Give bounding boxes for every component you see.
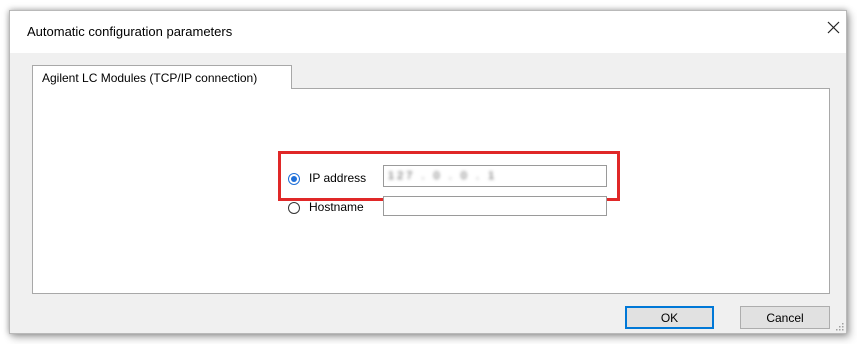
- ip-address-value: 127 . 0 . 0 . 1: [388, 170, 498, 182]
- dialog-title: Automatic configuration parameters: [27, 24, 233, 39]
- close-icon: [827, 21, 839, 34]
- close-button[interactable]: [820, 11, 846, 53]
- title-bar: Automatic configuration parameters: [10, 11, 846, 53]
- tab-label: Agilent LC Modules (TCP/IP connection): [42, 71, 258, 85]
- ip-address-label: IP address: [309, 171, 367, 185]
- cancel-button-label: Cancel: [766, 310, 804, 325]
- ip-address-field[interactable]: 127 . 0 . 0 . 1: [383, 165, 607, 187]
- tab-agilent-lc-modules[interactable]: Agilent LC Modules (TCP/IP connection): [32, 65, 292, 89]
- ip-address-radio[interactable]: [288, 173, 300, 185]
- cancel-button[interactable]: Cancel: [740, 306, 830, 329]
- ok-button[interactable]: OK: [625, 306, 714, 329]
- ok-button-label: OK: [660, 310, 679, 325]
- config-dialog: Automatic configuration parameters Agile…: [9, 10, 847, 334]
- hostname-radio[interactable]: [288, 202, 300, 214]
- hostname-field[interactable]: [383, 196, 607, 216]
- hostname-label: Hostname: [309, 200, 364, 214]
- resize-grip-icon[interactable]: [834, 321, 844, 331]
